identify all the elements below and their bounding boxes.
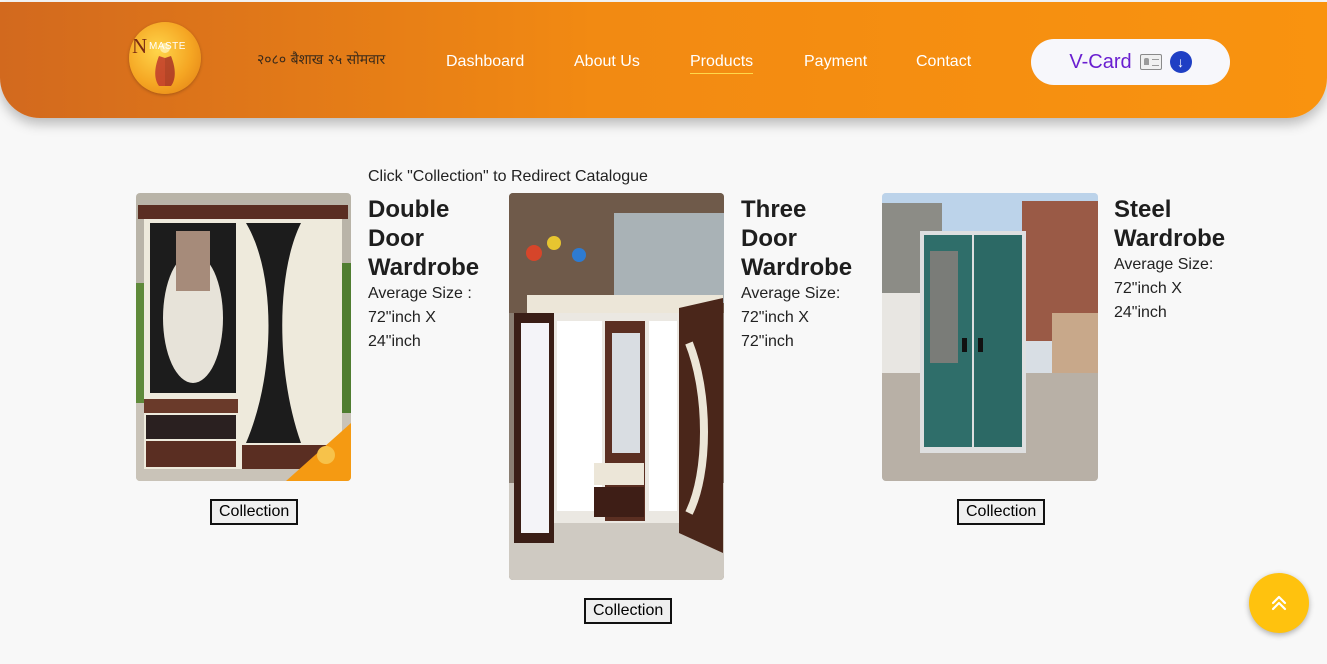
product-size-three-door: Average Size: 72"inch X 72"inch xyxy=(741,282,840,354)
size-line: 24"inch xyxy=(368,333,421,350)
nepali-date: २०८० बैशाख २५ सोमवार xyxy=(257,52,386,68)
title-line: Wardrobe xyxy=(741,254,853,281)
catalogue-hint: Click "Collection" to Redirect Catalogue xyxy=(368,168,648,185)
steel-wardrobe-image[interactable] xyxy=(882,193,1098,481)
product-size-double-door: Average Size : 72"inch X 24"inch xyxy=(368,282,472,354)
nav-dashboard[interactable]: Dashboard xyxy=(446,53,524,71)
id-card-icon xyxy=(1139,54,1162,70)
title-line: Wardrobe xyxy=(1114,225,1226,252)
title-line: Door xyxy=(368,225,424,252)
size-line: 72"inch xyxy=(741,333,794,350)
title-line: Wardrobe xyxy=(368,254,480,281)
size-line: 24"inch xyxy=(1114,304,1167,321)
nav-products[interactable]: Products xyxy=(690,53,754,74)
download-icon: ↓ xyxy=(1169,51,1192,73)
size-line: 72"inch X xyxy=(368,309,436,326)
product-title-steel: Steel Wardrobe xyxy=(1114,195,1225,253)
size-line: 72"inch X xyxy=(1114,280,1182,297)
title-line: Three xyxy=(741,196,807,223)
site-header: N MASTE २०८० बैशाख २५ सोमवार Dashboard A… xyxy=(0,2,1327,118)
collection-button-three-door[interactable]: Collection xyxy=(584,598,673,624)
nav-about-us[interactable]: About Us xyxy=(574,53,640,71)
vcard-label: V-Card xyxy=(1069,50,1132,73)
size-line: 72"inch X xyxy=(741,309,809,326)
collection-button-steel[interactable]: Collection xyxy=(957,499,1046,525)
product-size-steel: Average Size: 72"inch X 24"inch xyxy=(1114,253,1213,325)
scroll-to-top-button[interactable] xyxy=(1249,573,1309,633)
product-title-double-door: Double Door Wardrobe xyxy=(368,195,479,282)
size-line: Average Size : xyxy=(368,285,472,302)
double-door-wardrobe-image[interactable] xyxy=(136,193,351,481)
title-line: Door xyxy=(741,225,797,252)
size-line: Average Size: xyxy=(1114,256,1214,273)
logo-wordmark: MASTE xyxy=(149,41,186,52)
size-line: Average Size: xyxy=(741,285,841,302)
nav-payment[interactable]: Payment xyxy=(804,53,867,71)
nav-contact[interactable]: Contact xyxy=(916,53,971,71)
product-title-three-door: Three Door Wardrobe xyxy=(741,195,852,282)
vcard-button[interactable]: V-Card ↓ xyxy=(1031,39,1230,85)
title-line: Double xyxy=(368,196,450,223)
namaste-logo[interactable]: N MASTE xyxy=(129,22,201,94)
title-line: Steel xyxy=(1114,196,1172,223)
collection-button-double-door[interactable]: Collection xyxy=(210,499,299,525)
three-door-wardrobe-image[interactable] xyxy=(509,193,724,580)
double-chevron-up-icon xyxy=(1271,595,1287,611)
logo-letter: N xyxy=(132,34,148,58)
